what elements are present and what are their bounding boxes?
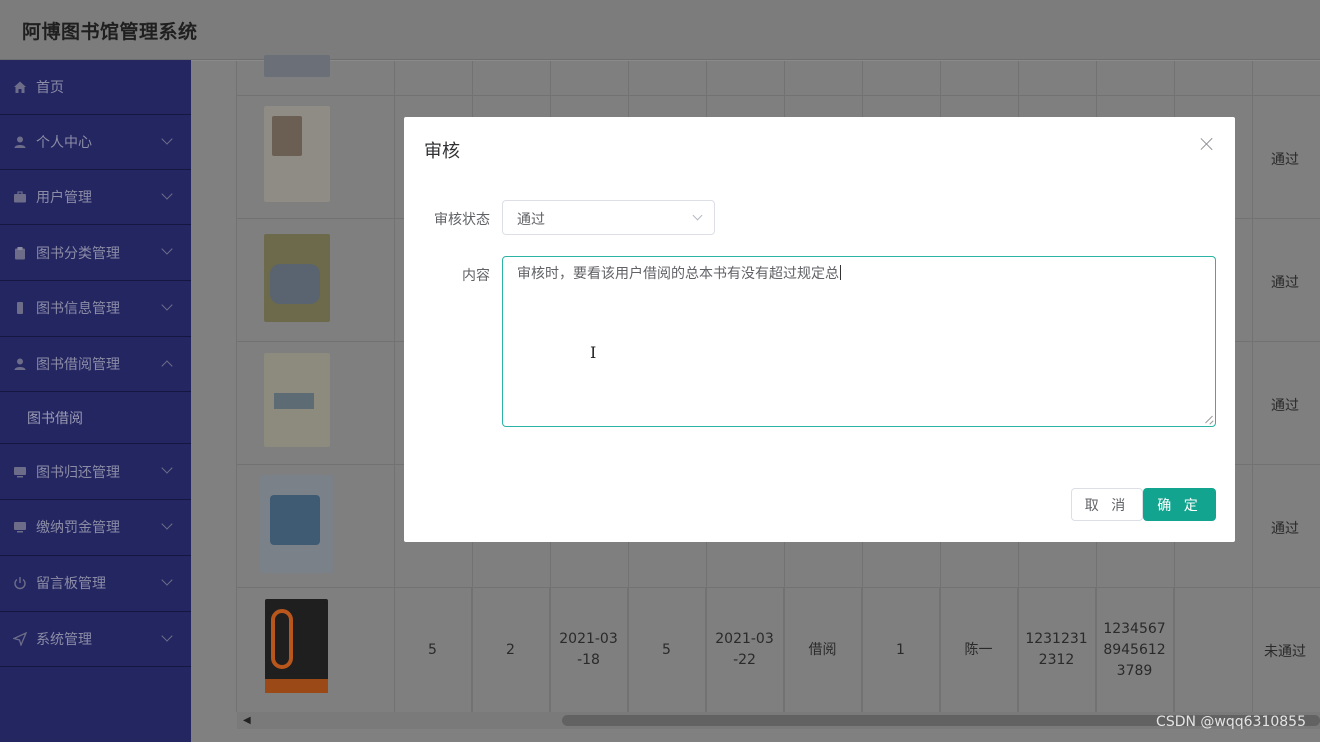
chevron-down-icon <box>161 574 173 586</box>
power-icon <box>13 576 27 590</box>
monitor-icon <box>13 465 27 479</box>
review-dialog: 审核 审核状态 通过 内容 审核时，要看该用户借阅的总本书有没有超过规定总 I … <box>404 117 1235 542</box>
scroll-left-icon[interactable]: ◀ <box>243 715 251 726</box>
content-field-label: 内容 <box>462 268 490 284</box>
chevron-down-icon <box>161 299 173 311</box>
briefcase-icon <box>13 190 27 204</box>
sidebar-item-label: 图书信息管理 <box>36 301 120 318</box>
sidebar-item-category-management[interactable]: 图书分类管理 <box>0 225 191 282</box>
sidebar-item-system-management[interactable]: 系统管理 <box>0 612 191 668</box>
sidebar-item-personal-center[interactable]: 个人中心 <box>0 114 191 170</box>
sidebar-item-label: 用户管理 <box>36 190 92 207</box>
dialog-title: 审核 <box>424 141 460 162</box>
mobile-icon <box>13 301 27 315</box>
sidebar-item-label: 图书分类管理 <box>36 245 120 262</box>
close-icon[interactable] <box>1200 137 1214 151</box>
chevron-down-icon <box>161 518 173 530</box>
table-cell: 1234567 8945612 3789 <box>1096 588 1174 712</box>
clipboard-icon <box>13 246 27 260</box>
sidebar-item-message-board[interactable]: 留言板管理 <box>0 556 191 612</box>
sidebar-item-label: 个人中心 <box>36 134 92 151</box>
table-cell: 1 <box>862 588 940 712</box>
chevron-down-icon <box>692 210 703 221</box>
book-cover-image <box>260 475 333 573</box>
status-select-value: 通过 <box>517 212 545 228</box>
book-cover-image <box>265 599 328 693</box>
cancel-button[interactable]: 取 消 <box>1071 488 1143 521</box>
sidebar-item-label: 首页 <box>36 80 64 96</box>
table-cell: 1231231 2312 <box>1018 588 1096 712</box>
sidebar-item-fine-management[interactable]: 缴纳罚金管理 <box>0 500 191 556</box>
status-cell: 通过 <box>1271 521 1299 537</box>
status-cell: 通过 <box>1271 398 1299 414</box>
sidebar-subitem-label: 图书借阅 <box>27 410 83 427</box>
sidebar-item-label: 图书借阅管理 <box>36 357 120 374</box>
book-cover-image <box>264 353 330 447</box>
status-select[interactable]: 通过 <box>502 200 715 235</box>
chevron-up-icon <box>161 360 173 372</box>
chevron-down-icon <box>161 133 173 145</box>
chevron-down-icon <box>161 462 173 475</box>
top-header: 阿博图书馆管理系统 <box>0 0 1320 60</box>
content-text: 审核时，要看该用户借阅的总本书有没有超过规定总 <box>517 265 841 282</box>
table-cell: 5 <box>394 588 472 712</box>
status-cell: 通过 <box>1271 275 1299 291</box>
table-cell: 借阅 <box>784 588 862 712</box>
user-icon <box>13 135 27 149</box>
sidebar-item-label: 缴纳罚金管理 <box>36 520 120 537</box>
sidebar-item-label: 图书归还管理 <box>36 464 120 481</box>
chevron-down-icon <box>161 629 173 642</box>
watermark: CSDN @wqq6310855 <box>1156 714 1306 730</box>
resize-handle-icon[interactable] <box>1204 415 1213 424</box>
book-cover-image <box>264 106 330 202</box>
book-cover-image <box>264 234 330 322</box>
content-textarea[interactable]: 审核时，要看该用户借阅的总本书有没有超过规定总 <box>502 256 1216 427</box>
table-cell: 2021-03 -18 <box>550 588 628 712</box>
sidebar-item-return-management[interactable]: 图书归还管理 <box>0 444 191 501</box>
table-cell: 5 <box>628 588 706 712</box>
user-icon <box>13 357 27 371</box>
sidebar-subitem-book-borrow[interactable]: 图书借阅 <box>0 392 191 445</box>
status-cell: 通过 <box>1271 152 1299 168</box>
sidebar-item-label: 留言板管理 <box>36 576 106 593</box>
chevron-down-icon <box>161 243 173 256</box>
sidebar-item-label: 系统管理 <box>36 631 92 648</box>
status-field-label: 审核状态 <box>434 212 490 228</box>
text-cursor-icon: I <box>590 343 597 362</box>
table-cell: 2 <box>472 588 550 712</box>
sidebar-item-book-info-management[interactable]: 图书信息管理 <box>0 281 191 337</box>
sidebar-item-borrow-management[interactable]: 图书借阅管理 <box>0 337 191 393</box>
table-cell: 2021-03 -22 <box>706 588 784 712</box>
sidebar: 首页 个人中心 用户管理 图书分类管理 图书信息管理 图书借阅管理 图书借阅 图… <box>0 60 191 742</box>
chevron-down-icon <box>161 188 173 200</box>
confirm-button[interactable]: 确 定 <box>1143 488 1216 521</box>
book-cover-image <box>264 55 330 77</box>
sidebar-item-home[interactable]: 首页 <box>0 60 191 114</box>
app-title: 阿博图书馆管理系统 <box>22 21 198 43</box>
home-icon <box>13 80 27 94</box>
status-cell: 未通过 <box>1264 644 1306 660</box>
monitor-icon <box>13 520 27 534</box>
send-icon <box>12 631 28 647</box>
sidebar-item-user-management[interactable]: 用户管理 <box>0 170 191 226</box>
table-cell: 陈一 <box>940 588 1018 712</box>
